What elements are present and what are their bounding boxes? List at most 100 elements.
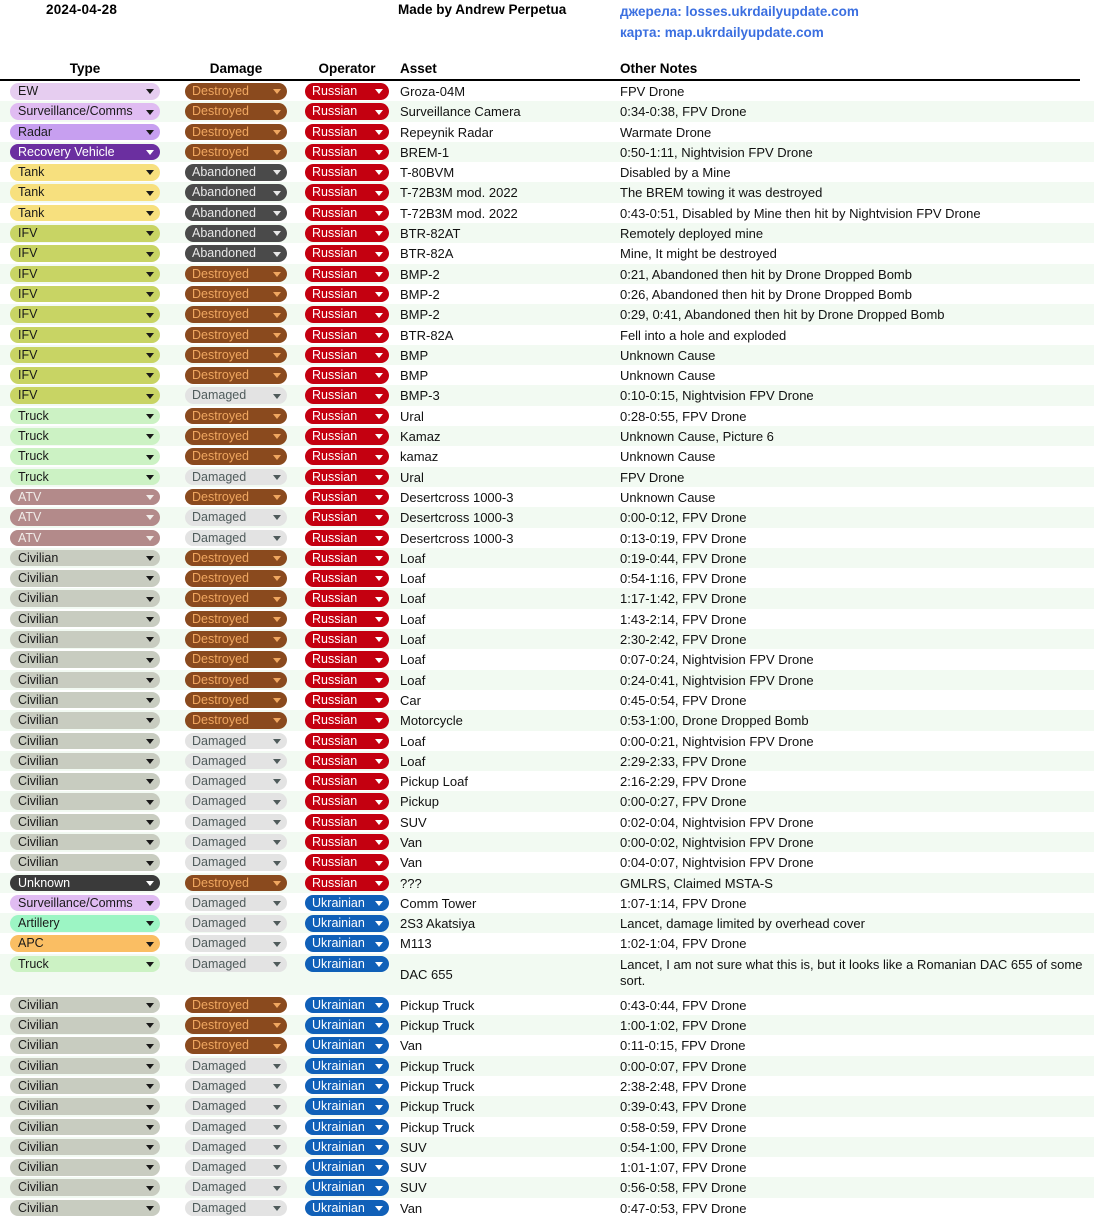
damage-dropdown[interactable]: Damaged xyxy=(185,915,287,932)
chevron-down-icon[interactable] xyxy=(375,657,383,663)
damage-dropdown[interactable]: Destroyed xyxy=(185,103,287,120)
chevron-down-icon[interactable] xyxy=(273,190,281,196)
chevron-down-icon[interactable] xyxy=(146,1003,154,1009)
damage-dropdown[interactable]: Damaged xyxy=(185,1098,287,1115)
operator-dropdown[interactable]: Russian xyxy=(305,833,389,851)
chevron-down-icon[interactable] xyxy=(375,535,383,541)
type-dropdown[interactable]: Civilian xyxy=(10,691,160,709)
chevron-down-icon[interactable] xyxy=(146,150,154,156)
chevron-down-icon[interactable] xyxy=(375,1165,383,1171)
chevron-down-icon[interactable] xyxy=(273,292,281,298)
damage-dropdown[interactable]: Damaged xyxy=(185,387,287,404)
chevron-down-icon[interactable] xyxy=(273,535,281,541)
chevron-down-icon[interactable] xyxy=(273,251,281,257)
chevron-down-icon[interactable] xyxy=(146,738,154,744)
chevron-down-icon[interactable] xyxy=(273,1003,281,1009)
chevron-down-icon[interactable] xyxy=(375,556,383,562)
chevron-down-icon[interactable] xyxy=(375,271,383,277)
operator-dropdown[interactable]: Ukrainian xyxy=(305,1037,389,1054)
operator-dropdown[interactable]: Ukrainian xyxy=(305,1017,389,1034)
chevron-down-icon[interactable] xyxy=(273,1145,281,1151)
type-dropdown[interactable]: Civilian xyxy=(10,631,160,648)
operator-dropdown[interactable]: Russian xyxy=(305,549,389,567)
type-dropdown[interactable]: Civilian xyxy=(10,1098,160,1115)
damage-dropdown[interactable]: Damaged xyxy=(185,732,287,749)
chevron-down-icon[interactable] xyxy=(273,616,281,622)
operator-dropdown[interactable]: Russian xyxy=(305,265,389,283)
chevron-down-icon[interactable] xyxy=(273,109,281,115)
chevron-down-icon[interactable] xyxy=(273,840,281,846)
chevron-down-icon[interactable] xyxy=(273,860,281,866)
chevron-down-icon[interactable] xyxy=(273,1104,281,1110)
type-dropdown[interactable]: Civilian xyxy=(10,1199,160,1217)
type-dropdown[interactable]: IFV xyxy=(10,265,160,283)
type-dropdown[interactable]: Civilian xyxy=(10,996,160,1014)
damage-dropdown[interactable]: Abandoned xyxy=(185,225,287,242)
chevron-down-icon[interactable] xyxy=(273,231,281,237)
chevron-down-icon[interactable] xyxy=(375,1145,383,1151)
damage-dropdown[interactable]: Destroyed xyxy=(185,691,287,709)
chevron-down-icon[interactable] xyxy=(375,434,383,440)
chevron-down-icon[interactable] xyxy=(273,759,281,765)
operator-dropdown[interactable]: Russian xyxy=(305,428,389,445)
chevron-down-icon[interactable] xyxy=(375,779,383,785)
chevron-down-icon[interactable] xyxy=(146,556,154,562)
chevron-down-icon[interactable] xyxy=(273,393,281,399)
chevron-down-icon[interactable] xyxy=(273,921,281,927)
damage-dropdown[interactable]: Destroyed xyxy=(185,671,287,689)
operator-dropdown[interactable]: Ukrainian xyxy=(305,1057,389,1075)
damage-dropdown[interactable]: Destroyed xyxy=(185,285,287,303)
operator-dropdown[interactable]: Russian xyxy=(305,367,389,384)
damage-dropdown[interactable]: Damaged xyxy=(185,773,287,790)
chevron-down-icon[interactable] xyxy=(146,616,154,622)
damage-dropdown[interactable]: Destroyed xyxy=(185,712,287,729)
chevron-down-icon[interactable] xyxy=(146,211,154,217)
chevron-down-icon[interactable] xyxy=(146,1205,154,1211)
type-dropdown[interactable]: APC xyxy=(10,935,160,952)
chevron-down-icon[interactable] xyxy=(146,434,154,440)
chevron-down-icon[interactable] xyxy=(273,677,281,683)
chevron-down-icon[interactable] xyxy=(273,1063,281,1069)
chevron-down-icon[interactable] xyxy=(273,738,281,744)
operator-dropdown[interactable]: Russian xyxy=(305,732,389,749)
type-dropdown[interactable]: Truck xyxy=(10,428,160,445)
chevron-down-icon[interactable] xyxy=(146,677,154,683)
chevron-down-icon[interactable] xyxy=(273,515,281,521)
damage-dropdown[interactable]: Destroyed xyxy=(185,874,287,892)
type-dropdown[interactable]: Civilian xyxy=(10,1017,160,1034)
sources-link[interactable]: джерела: losses.ukrdailyupdate.com xyxy=(620,1,859,22)
operator-dropdown[interactable]: Russian xyxy=(305,407,389,425)
chevron-down-icon[interactable] xyxy=(273,962,281,968)
type-dropdown[interactable]: Truck xyxy=(10,468,160,486)
chevron-down-icon[interactable] xyxy=(375,718,383,724)
operator-dropdown[interactable]: Russian xyxy=(305,631,389,648)
damage-dropdown[interactable]: Destroyed xyxy=(185,631,287,648)
chevron-down-icon[interactable] xyxy=(273,1185,281,1191)
chevron-down-icon[interactable] xyxy=(375,231,383,237)
chevron-down-icon[interactable] xyxy=(375,170,383,176)
chevron-down-icon[interactable] xyxy=(375,454,383,460)
chevron-down-icon[interactable] xyxy=(146,515,154,521)
chevron-down-icon[interactable] xyxy=(146,860,154,866)
chevron-down-icon[interactable] xyxy=(146,312,154,318)
chevron-down-icon[interactable] xyxy=(375,190,383,196)
chevron-down-icon[interactable] xyxy=(273,353,281,359)
chevron-down-icon[interactable] xyxy=(273,332,281,338)
chevron-down-icon[interactable] xyxy=(273,819,281,825)
type-dropdown[interactable]: ATV xyxy=(10,509,160,526)
type-dropdown[interactable]: Civilian xyxy=(10,671,160,689)
damage-dropdown[interactable]: Destroyed xyxy=(185,123,287,141)
type-dropdown[interactable]: Recovery Vehicle xyxy=(10,143,160,161)
operator-dropdown[interactable]: Russian xyxy=(305,529,389,547)
chevron-down-icon[interactable] xyxy=(273,1043,281,1049)
operator-dropdown[interactable]: Ukrainian xyxy=(305,955,389,973)
chevron-down-icon[interactable] xyxy=(273,576,281,582)
chevron-down-icon[interactable] xyxy=(375,941,383,947)
chevron-down-icon[interactable] xyxy=(146,535,154,541)
type-dropdown[interactable]: IFV xyxy=(10,225,160,242)
chevron-down-icon[interactable] xyxy=(375,129,383,135)
chevron-down-icon[interactable] xyxy=(273,779,281,785)
chevron-down-icon[interactable] xyxy=(375,921,383,927)
operator-dropdown[interactable]: Ukrainian xyxy=(305,996,389,1014)
damage-dropdown[interactable]: Damaged xyxy=(185,529,287,547)
